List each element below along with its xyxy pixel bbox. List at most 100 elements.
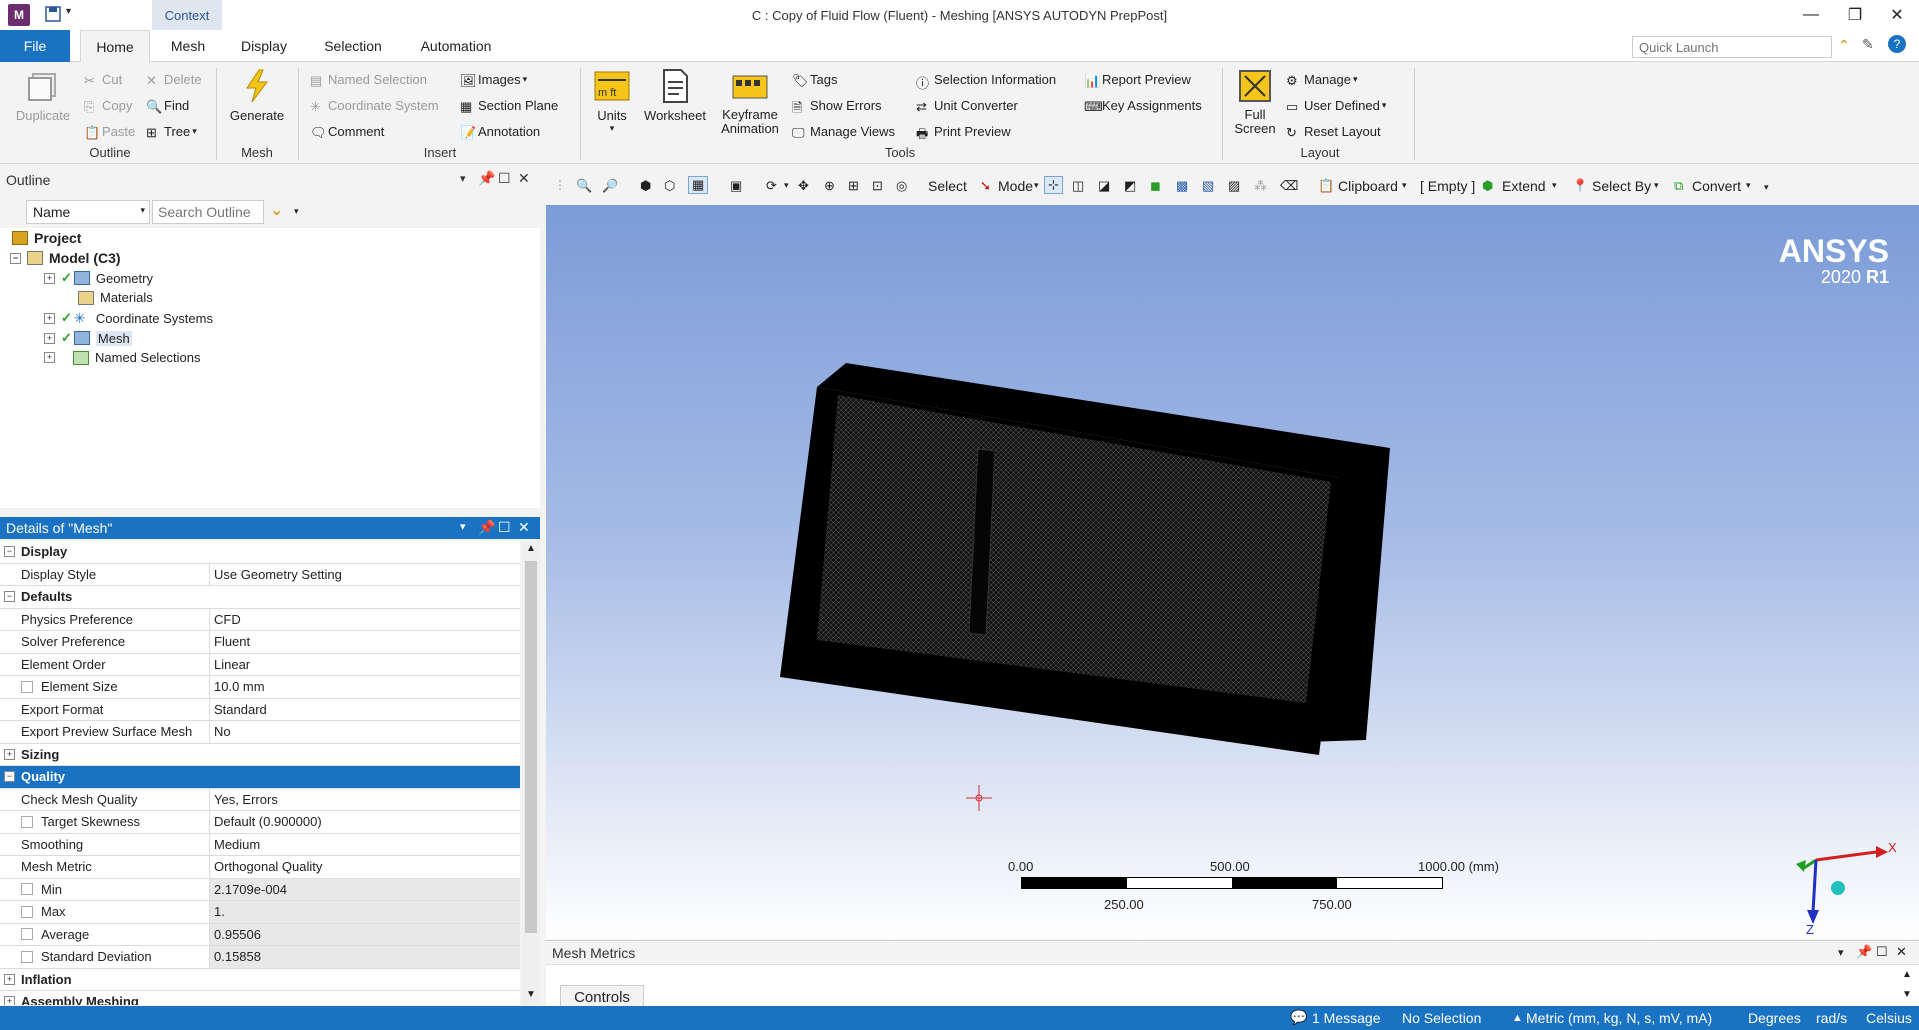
report-preview-button[interactable]: 📊 Report Preview: [1084, 72, 1191, 88]
detail-row-export-preview-surface-mesh[interactable]: Export Preview Surface Mesh No: [0, 721, 520, 744]
scroll-up-icon[interactable]: ▲: [1902, 969, 1912, 980]
clear-selection-icon[interactable]: ⌫: [1280, 178, 1298, 194]
units-up-icon[interactable]: ▲: [1512, 1012, 1523, 1024]
status-temperature-units[interactable]: Celsius: [1866, 1010, 1912, 1026]
filter-options-icon[interactable]: ⌄: [270, 200, 283, 220]
parameter-checkbox[interactable]: [21, 680, 33, 693]
zoom-icon[interactable]: ⊕: [824, 178, 835, 194]
duplicate-button[interactable]: Duplicate: [10, 68, 76, 123]
select-vertex-icon[interactable]: ⊹: [1044, 176, 1063, 194]
filter-type-select[interactable]: Name ▾: [26, 200, 150, 224]
delete-button[interactable]: ✕ Delete: [146, 72, 202, 88]
extend-dropdown-icon[interactable]: ▾: [1552, 180, 1557, 191]
unit-converter-button[interactable]: ⇄ Unit Converter: [916, 98, 1018, 114]
collapse-ribbon-icon[interactable]: ⌃: [1838, 37, 1850, 54]
maximize-panel-icon[interactable]: ☐: [498, 170, 511, 187]
detail-row-export-format[interactable]: Export Format Standard: [0, 698, 520, 721]
pan-icon[interactable]: ✥: [798, 178, 809, 194]
expand-icon[interactable]: +: [4, 973, 15, 985]
search-outline-input[interactable]: [152, 200, 264, 224]
help-icon[interactable]: ?: [1888, 35, 1906, 53]
parameter-checkbox[interactable]: [21, 950, 33, 963]
select-element-body-icon[interactable]: ▨: [1228, 178, 1240, 194]
manage-views-button[interactable]: 🖵 Manage Views: [792, 124, 895, 140]
group-defaults[interactable]: − Defaults: [0, 586, 520, 609]
collapse-icon[interactable]: −: [10, 252, 21, 264]
tree-button[interactable]: ⊞ Tree ▾: [146, 124, 197, 140]
cut-button[interactable]: ✂ Cut: [84, 72, 122, 88]
select-button[interactable]: Select: [928, 178, 967, 194]
clipboard-dropdown-icon[interactable]: ▾: [1402, 180, 1407, 191]
convert-dropdown-icon[interactable]: ▾: [1746, 180, 1751, 191]
selection-information-button[interactable]: ⓘ Selection Information: [916, 72, 1056, 91]
scroll-up-icon[interactable]: ▲: [526, 543, 536, 554]
user-defined-button[interactable]: ▭ User Defined ▾: [1286, 98, 1386, 114]
named-selection-button[interactable]: ▤ Named Selection: [310, 72, 427, 88]
paste-button[interactable]: 📋 Paste: [84, 124, 135, 140]
close-panel-icon[interactable]: ✕: [518, 170, 530, 187]
filter-dropdown-icon[interactable]: ▾: [294, 206, 299, 217]
tree-item-model[interactable]: − Model (C3): [10, 250, 121, 266]
extend-button[interactable]: Extend: [1502, 178, 1546, 194]
group-sizing[interactable]: + Sizing: [0, 744, 520, 766]
tab-controls[interactable]: Controls: [560, 985, 644, 1007]
select-element-icon[interactable]: ▧: [1202, 178, 1214, 194]
close-window-icon[interactable]: ✕: [1882, 4, 1912, 26]
manage-button[interactable]: ⚙ Manage ▾: [1286, 72, 1358, 88]
copy-button[interactable]: ⎘ Copy: [84, 98, 132, 114]
tab-automation[interactable]: Automation: [406, 30, 506, 62]
graphics-viewport[interactable]: ANSYS 2020 R1 0.00 500.00 1000.00 (mm) 2…: [546, 205, 1919, 939]
detail-row-mesh-metric[interactable]: Mesh Metric Orthogonal Quality: [0, 856, 520, 879]
rotate-dropdown-icon[interactable]: ▾: [784, 180, 789, 191]
worksheet-button[interactable]: Worksheet: [638, 68, 712, 123]
parameter-checkbox[interactable]: [21, 905, 33, 918]
iso-view-icon[interactable]: ⬢: [640, 178, 651, 194]
detail-row-solver-preference[interactable]: Solver Preference Fluent: [0, 631, 520, 654]
expand-icon[interactable]: +: [44, 312, 55, 324]
maximize-panel-icon[interactable]: ☐: [498, 519, 511, 536]
tab-display[interactable]: Display: [228, 30, 300, 62]
select-body-icon[interactable]: ◩: [1124, 178, 1136, 194]
select-node-icon[interactable]: ◼: [1150, 178, 1161, 194]
zoom-box-icon[interactable]: ⊞: [848, 178, 859, 194]
images-button[interactable]: 🖼 Images ▾: [460, 72, 527, 88]
select-mesh-icon[interactable]: ⁂: [1254, 178, 1267, 194]
expand-icon[interactable]: +: [4, 996, 15, 1005]
maximize-panel-icon[interactable]: ☐: [1876, 944, 1888, 960]
detail-row-physics-preference[interactable]: Physics Preference CFD: [0, 608, 520, 631]
edit-icon[interactable]: ✎: [1862, 36, 1874, 53]
parameter-checkbox[interactable]: [21, 883, 33, 896]
status-rate-units[interactable]: rad/s: [1816, 1010, 1847, 1026]
zoom-to-fit-icon[interactable]: ⊡: [872, 178, 883, 194]
detail-row-smoothing[interactable]: Smoothing Medium: [0, 833, 520, 856]
minimize-icon[interactable]: —: [1796, 4, 1826, 26]
panel-menu-icon[interactable]: ▾: [460, 520, 466, 533]
status-units[interactable]: Metric (mm, kg, N, s, mV, mA): [1526, 1010, 1712, 1026]
tree-item-project[interactable]: Project: [12, 230, 81, 246]
comment-button[interactable]: 🗨 Comment: [310, 124, 384, 140]
select-by-button[interactable]: Select By: [1592, 178, 1651, 194]
restore-icon[interactable]: ❐: [1840, 4, 1870, 26]
close-panel-icon[interactable]: ✕: [518, 519, 530, 536]
status-messages[interactable]: 1 Message: [1312, 1010, 1380, 1026]
key-assignments-button[interactable]: ⌨ Key Assignments: [1084, 98, 1202, 114]
group-display[interactable]: − Display: [0, 541, 520, 564]
zoom-out-icon[interactable]: 🔎: [602, 178, 618, 194]
detail-row-target-skewness[interactable]: Target Skewness Default (0.900000): [0, 811, 520, 834]
collapse-icon[interactable]: −: [4, 771, 15, 782]
tab-mesh[interactable]: Mesh: [158, 30, 218, 62]
expand-icon[interactable]: +: [44, 352, 55, 363]
quick-launch-input[interactable]: [1632, 36, 1832, 58]
group-assembly-meshing[interactable]: + Assembly Meshing: [0, 991, 520, 1005]
coordinate-system-button[interactable]: ✳ Coordinate System: [310, 98, 439, 114]
rotate-icon[interactable]: ⟳: [766, 178, 777, 194]
detail-row-element-order[interactable]: Element Order Linear: [0, 653, 520, 676]
mode-dropdown-icon[interactable]: ▾: [1034, 180, 1039, 191]
reset-layout-button[interactable]: ↻ Reset Layout: [1286, 124, 1381, 140]
scroll-thumb[interactable]: [525, 561, 537, 933]
panel-menu-icon[interactable]: ▾: [1838, 946, 1844, 959]
magnifier-icon[interactable]: ◎: [896, 178, 907, 194]
tags-button[interactable]: 🏷 Tags: [792, 72, 837, 88]
select-face-icon[interactable]: ◪: [1098, 178, 1110, 194]
annotation-button[interactable]: 📝 Annotation: [460, 124, 540, 140]
